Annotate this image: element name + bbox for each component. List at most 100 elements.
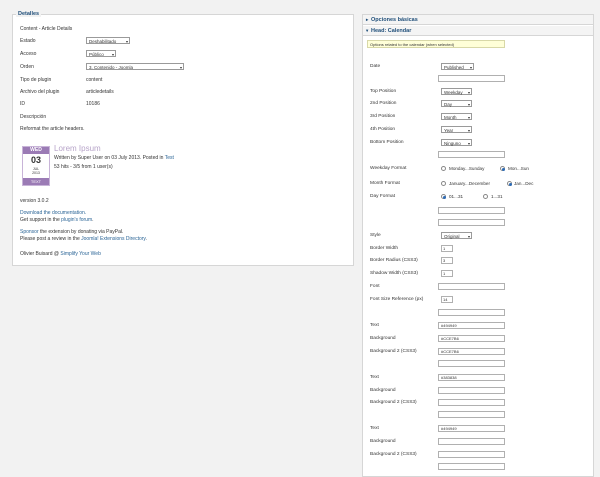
head-calendar-header[interactable]: ▾ Head: Calendar <box>363 26 593 36</box>
month-long-label: January...December <box>449 181 491 186</box>
fourth-position-select[interactable]: Year ▾ <box>441 126 472 133</box>
chevron-down-icon: ▾ <box>467 90 470 95</box>
border-width-label: Border Width <box>370 246 398 251</box>
weekday-long-label: Monday...Sunday <box>449 166 485 171</box>
calendar-year: 2013 <box>32 171 40 175</box>
calendar-bottom: TEXT <box>23 178 49 185</box>
acceso-label: Acceso <box>20 51 37 57</box>
font-size-label: Font Size Reference (px) <box>370 297 424 302</box>
text-color-1-input[interactable]: #494949 <box>438 322 505 329</box>
shadow-width-input[interactable]: 1 <box>441 270 453 277</box>
descripcion-text: Reformat the article headers. <box>20 126 85 132</box>
background-3-input[interactable] <box>438 438 505 445</box>
background-2-2-input[interactable] <box>438 399 505 406</box>
second-position-label: 2nd Position <box>370 101 397 106</box>
category-link[interactable]: Test <box>165 155 174 161</box>
fourth-position-label: 4th Position <box>370 127 396 132</box>
background-2-2-label: Background 2 (CSS3) <box>370 400 417 405</box>
font-size-input[interactable]: 14 <box>441 296 453 303</box>
chevron-down-icon: ▾ <box>467 141 470 146</box>
background-1-input[interactable]: #CCE7B6 <box>438 335 505 342</box>
sponsor-text: Sponsor the extension by donating via Pa… <box>20 229 124 235</box>
month-short-label: Jan...Dec <box>514 181 534 186</box>
archivo-label: Archivo del plugin <box>20 89 60 95</box>
group3-extra-input[interactable] <box>438 463 505 470</box>
month-short-radio[interactable] <box>507 181 512 186</box>
chevron-down-icon: ▾ <box>111 52 114 57</box>
top-position-select[interactable]: Weekday ▾ <box>441 88 472 95</box>
sponsor-link[interactable]: Sponsor <box>20 229 39 235</box>
day-extra-input-2[interactable] <box>438 219 505 226</box>
group1-extra-input[interactable] <box>438 360 505 367</box>
font-size-extra-input[interactable] <box>438 309 505 316</box>
details-legend: Detalles <box>16 11 42 17</box>
background-2-3-label: Background 2 (CSS3) <box>370 452 417 457</box>
date-label: Date <box>370 64 381 69</box>
version-text: version 3.0.2 <box>20 198 49 204</box>
orden-select[interactable]: 3. Contenido - Joomla ▾ <box>86 63 184 70</box>
id-value: 10186 <box>86 101 100 107</box>
basic-options-header[interactable]: ▸ Opciones básicas <box>363 15 593 25</box>
jed-link[interactable]: Joomla! Extensions Directory <box>81 236 145 242</box>
text-color-1-label: Text <box>370 323 379 328</box>
border-radius-input[interactable]: 3 <box>441 257 453 264</box>
calendar-weekday: WED <box>23 147 49 154</box>
day-extra-input-1[interactable] <box>438 207 505 214</box>
background-2-1-input[interactable]: #CCE7B6 <box>438 348 505 355</box>
plugin-subtitle: Content - Article Details <box>20 26 73 32</box>
style-label: Style <box>370 233 381 238</box>
date-select[interactable]: Published ▾ <box>441 63 474 70</box>
chevron-down-icon: ▾ <box>125 39 128 44</box>
review-text: Please post a review in the Joomla! Exte… <box>20 236 147 242</box>
bottom-position-select[interactable]: Ninguno ▾ <box>441 139 472 146</box>
text-color-3-input[interactable]: #494949 <box>438 425 505 432</box>
weekday-format-label: Weekday Format <box>370 166 407 171</box>
chevron-down-icon: ▾ <box>467 115 470 120</box>
font-input[interactable] <box>438 283 505 290</box>
month-long-radio[interactable] <box>441 181 446 186</box>
style-select[interactable]: Original ▾ <box>441 232 472 239</box>
group2-extra-input[interactable] <box>438 411 505 418</box>
estado-select[interactable]: Deshabilitado ▾ <box>86 37 130 44</box>
border-width-input[interactable]: 1 <box>441 245 453 252</box>
weekday-short-radio[interactable] <box>500 166 505 171</box>
download-link[interactable]: Download the documentation. <box>20 210 86 216</box>
third-position-label: 3rd Position <box>370 114 396 119</box>
chevron-down-icon: ▾ <box>179 65 182 70</box>
day-padded-label: 01...31 <box>449 194 464 199</box>
background-2-input[interactable] <box>438 387 505 394</box>
author-text: Olivier Buisard @ Simplify Your Web <box>20 251 101 257</box>
forum-link[interactable]: plugin's forum <box>61 217 92 223</box>
second-position-select[interactable]: Day ▾ <box>441 100 472 107</box>
chevron-down-icon: ▾ <box>467 234 470 239</box>
day-plain-label: 1...31 <box>491 194 503 199</box>
chevron-down-icon: ▾ <box>467 128 470 133</box>
month-format-label: Month Format <box>370 181 400 186</box>
bottom-extra-input[interactable] <box>438 151 505 158</box>
acceso-select[interactable]: Público ▾ <box>86 50 116 57</box>
day-plain-radio[interactable] <box>483 194 488 199</box>
bottom-position-label: Bottom Position <box>370 140 404 145</box>
date-extra-input[interactable] <box>438 75 505 82</box>
background-3-label: Background <box>370 439 396 444</box>
orden-label: Orden <box>20 64 34 70</box>
background-2-3-input[interactable] <box>438 451 505 458</box>
day-padded-radio[interactable] <box>441 194 446 199</box>
weekday-short-label: Mon...Sun <box>508 166 529 171</box>
calendar-day: 03 <box>30 155 41 165</box>
top-position-label: Top Position <box>370 89 397 94</box>
font-label: Font <box>370 284 380 289</box>
third-position-select[interactable]: Month ▾ <box>441 113 472 120</box>
weekday-long-radio[interactable] <box>441 166 446 171</box>
preview-written-by: Written by Super User on 03 July 2013. P… <box>54 155 174 161</box>
text-color-2-input[interactable]: #383838 <box>438 374 505 381</box>
text-color-2-label: Text <box>370 375 379 380</box>
calendar-icon: WED 03 JUL 2013 TEXT <box>22 146 50 186</box>
chevron-down-icon: ▾ <box>366 28 369 33</box>
estado-label: Estado <box>20 38 36 44</box>
calendar-hint: Options related to the calendar (when se… <box>367 40 505 48</box>
author-link[interactable]: Simplify Your Web <box>60 251 100 257</box>
chevron-right-icon: ▸ <box>366 17 369 22</box>
chevron-down-icon: ▾ <box>467 102 470 107</box>
text-color-3-label: Text <box>370 426 379 431</box>
